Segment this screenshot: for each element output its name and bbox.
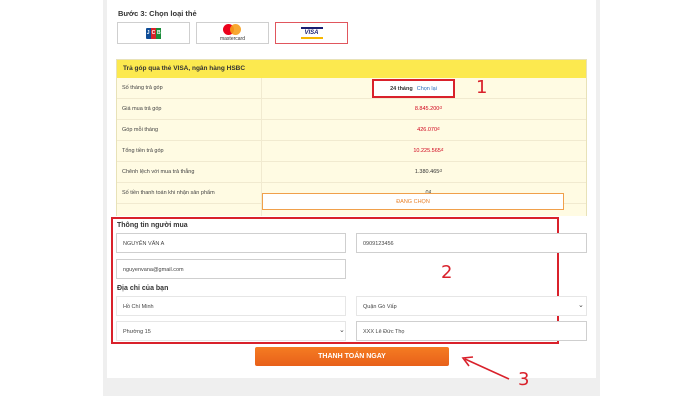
months-value: 24 tháng: [390, 85, 413, 92]
mastercard-card-option[interactable]: mastercard: [196, 22, 269, 44]
choose-again-link[interactable]: Chọn lại: [417, 86, 437, 92]
plan-row-total: Tổng tiền trả góp 10.225.565₫: [117, 141, 586, 162]
annotation-arrow-icon: [461, 356, 510, 380]
visa-logo-icon: VISA: [300, 27, 323, 39]
annotation-number-2: 2: [441, 262, 453, 283]
chevron-down-icon: ⌄: [339, 327, 345, 334]
phone-field[interactable]: 0909123456: [356, 233, 587, 253]
city-select[interactable]: Hồ Chí Minh: [116, 296, 346, 316]
name-field[interactable]: NGUYỄN VĂN A: [116, 233, 346, 253]
plan-row-value: 1.380.465₫: [414, 169, 443, 175]
annotation-number-1: 1: [476, 77, 488, 98]
jcb-card-option[interactable]: J C B: [117, 22, 190, 44]
street-field[interactable]: XXX Lê Đức Thọ: [356, 321, 587, 341]
visa-card-option[interactable]: VISA: [275, 22, 348, 44]
months-selector[interactable]: 24 tháng Chọn lại: [372, 79, 455, 98]
district-select[interactable]: Quận Gò Vấp: [356, 296, 587, 316]
plan-row-value: 8.845.200₫: [414, 106, 443, 112]
choosing-button[interactable]: ĐANG CHỌN: [262, 193, 564, 210]
buyer-info-title: Thông tin người mua: [117, 222, 188, 229]
address-title: Địa chỉ của bạn: [117, 285, 169, 292]
plan-row-value: 10.225.565₫: [413, 148, 444, 154]
email-field[interactable]: nguyenvana@gmail.com: [116, 259, 346, 279]
mastercard-logo-icon: mastercard: [220, 24, 245, 42]
plan-row-value: 426.070₫: [417, 127, 440, 133]
plan-row-label: Số tháng trả góp: [122, 85, 163, 91]
plan-row-difference: Chênh lệch với mua trả thẳng 1.380.465₫: [117, 162, 586, 183]
plan-row-monthly: Góp mỗi tháng 426.070₫: [117, 120, 586, 141]
ward-select[interactable]: Phường 15: [116, 321, 346, 341]
plan-row-price: Giá mua trả góp 8.845.200₫: [117, 99, 586, 120]
chevron-down-icon: ⌄: [578, 302, 584, 309]
annotation-number-3: 3: [518, 369, 530, 390]
plan-header: Trả góp qua thẻ VISA, ngân hàng HSBC: [117, 60, 586, 78]
plan-row-months: Số tháng trả góp: [117, 78, 586, 99]
jcb-logo-icon: J C B: [145, 27, 162, 39]
pay-now-button[interactable]: THANH TOÁN NGAY: [255, 347, 449, 366]
step-title: Bước 3: Chọn loại thẻ: [118, 9, 197, 18]
